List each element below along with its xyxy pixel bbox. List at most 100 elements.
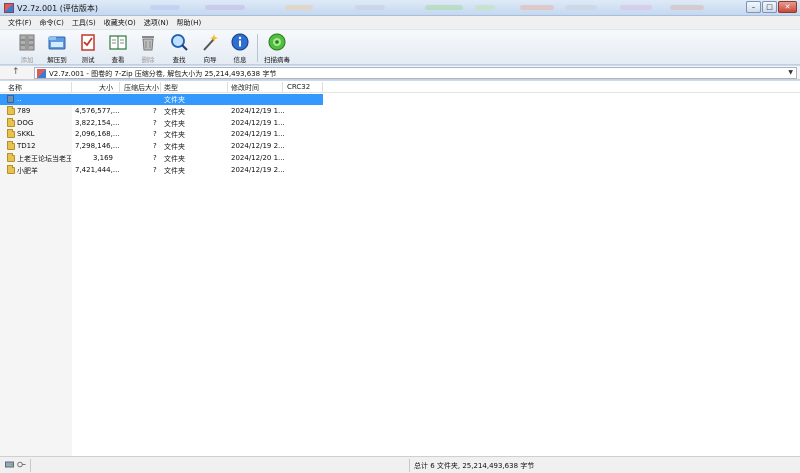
table-row[interactable]: DOG 3,822,154,... ? 文件夹 2024/12/19 1... <box>0 118 323 129</box>
table-row[interactable]: SKKL 2,096,168,... ? 文件夹 2024/12/19 1... <box>0 129 323 140</box>
column-separator[interactable] <box>322 82 323 92</box>
blurred-region <box>355 5 385 10</box>
blurred-region <box>285 5 313 10</box>
blurred-region <box>150 5 180 10</box>
find-icon <box>171 34 188 51</box>
column-header-type[interactable]: 类型 <box>164 83 178 93</box>
column-separator[interactable] <box>282 82 283 92</box>
row-name: 上老王论坛当老王 <box>17 155 71 163</box>
blurred-region <box>565 5 597 10</box>
address-path-field[interactable]: V2.7z.001 - 图卷的 7-Zip 压缩分卷, 解包大小为 25,214… <box>34 67 797 79</box>
row-size: 3,822,154,... <box>75 119 119 127</box>
row-name: SKKL <box>17 130 35 138</box>
row-type: 文件夹 <box>164 167 185 175</box>
menu-commands[interactable]: 命令(C) <box>36 18 68 28</box>
menu-favorites[interactable]: 收藏夹(O) <box>100 18 140 28</box>
wizard-label: 向导 <box>203 56 217 64</box>
column-header-packed[interactable]: 压缩后大小 <box>124 83 159 93</box>
add-label: 添加 <box>20 56 34 64</box>
row-packed-size: ? <box>153 107 157 115</box>
row-modified: 2024/12/20 1... <box>231 154 285 162</box>
virus-scan-label: 扫描病毒 <box>264 56 290 64</box>
address-dropdown-icon[interactable]: ▼ <box>788 69 793 76</box>
minimize-button[interactable]: – <box>746 1 761 13</box>
extract-to-label: 解压到 <box>47 56 67 64</box>
status-divider <box>409 459 410 472</box>
row-name: .. <box>17 95 22 103</box>
view-label: 查看 <box>111 56 125 64</box>
add-archive-icon <box>19 34 35 51</box>
wizard-button[interactable]: 向导 <box>193 32 227 64</box>
menu-file[interactable]: 文件(F) <box>4 18 36 28</box>
window-title: V2.7z.001 (评估版本) <box>17 4 98 13</box>
drive-icon[interactable] <box>5 460 14 469</box>
virus-scan-icon <box>268 33 286 51</box>
file-list[interactable]: 名称 大小 压缩后大小 类型 修改时间 CRC32 .. 文件夹 789 4,5… <box>0 81 800 456</box>
table-row[interactable]: TD12 7,298,146,... ? 文件夹 2024/12/19 2... <box>0 141 323 152</box>
row-size: 2,096,168,... <box>75 130 119 138</box>
column-separator[interactable] <box>160 82 161 92</box>
row-name: 小肥羊 <box>17 167 38 175</box>
table-row[interactable]: 789 4,576,577,... ? 文件夹 2024/12/19 1... <box>0 106 323 117</box>
folder-icon <box>7 129 15 138</box>
up-folder-button[interactable]: ↑ <box>12 67 20 77</box>
test-button[interactable]: 测试 <box>71 32 105 64</box>
view-button[interactable]: 查看 <box>101 32 135 64</box>
row-modified: 2024/12/19 2... <box>231 142 285 150</box>
folder-icon <box>7 153 15 162</box>
column-header-size[interactable]: 大小 <box>99 83 113 93</box>
toolbar-separator <box>257 34 258 62</box>
status-divider <box>30 459 31 472</box>
status-bar: 总计 6 文件夹, 25,214,493,638 字节 <box>0 456 800 473</box>
folder-icon <box>7 118 15 127</box>
row-type: 文件夹 <box>164 120 185 128</box>
column-header-modified[interactable]: 修改时间 <box>231 83 259 93</box>
delete-button[interactable]: 删除 <box>131 32 165 64</box>
menu-options[interactable]: 选项(N) <box>140 18 173 28</box>
column-header-crc32[interactable]: CRC32 <box>287 83 310 91</box>
menu-help[interactable]: 帮助(H) <box>172 18 205 28</box>
row-size: 7,421,444,... <box>75 166 119 174</box>
row-name: TD12 <box>17 142 36 150</box>
blurred-region <box>205 5 245 10</box>
find-label: 查找 <box>172 56 186 64</box>
row-modified: 2024/12/19 1... <box>231 107 285 115</box>
delete-icon <box>142 36 154 51</box>
virus-scan-button[interactable]: 扫描病毒 <box>260 32 294 64</box>
find-button[interactable]: 查找 <box>162 32 196 64</box>
row-type: 文件夹 <box>164 143 185 151</box>
view-icon <box>109 35 127 50</box>
row-packed-size: ? <box>153 154 157 162</box>
address-path-text: V2.7z.001 - 图卷的 7-Zip 压缩分卷, 解包大小为 25,214… <box>49 70 277 78</box>
column-separator[interactable] <box>71 82 72 92</box>
parent-folder-icon <box>7 95 14 103</box>
row-packed-size: ? <box>153 142 157 150</box>
add-button[interactable]: 添加 <box>10 32 44 64</box>
folder-icon <box>7 165 15 174</box>
toolbar: 添加 解压到 测试 查看 删除 查找 向导 信息 扫描病毒 <box>0 29 800 65</box>
maximize-button[interactable]: □ <box>762 1 777 13</box>
title-bar[interactable]: V2.7z.001 (评估版本) – □ ✕ <box>0 0 800 16</box>
row-type: 文件夹 <box>164 108 185 116</box>
row-packed-size: ? <box>153 130 157 138</box>
info-button[interactable]: 信息 <box>223 32 257 64</box>
row-size: 7,298,146,... <box>75 142 119 150</box>
info-label: 信息 <box>233 56 247 64</box>
extract-to-button[interactable]: 解压到 <box>40 32 74 64</box>
blurred-region <box>670 5 704 10</box>
key-icon[interactable] <box>17 460 26 469</box>
column-separator[interactable] <box>119 82 120 92</box>
column-separator[interactable] <box>227 82 228 92</box>
column-header-name[interactable]: 名称 <box>8 83 22 93</box>
table-row[interactable]: 上老王论坛当老王 3,169 ? 文件夹 2024/12/20 1... <box>0 153 323 164</box>
row-modified: 2024/12/19 1... <box>231 119 285 127</box>
blurred-region <box>425 5 463 10</box>
winrar-app-icon <box>4 3 14 13</box>
blurred-region <box>620 5 652 10</box>
folder-icon <box>7 106 15 115</box>
close-button[interactable]: ✕ <box>778 1 797 13</box>
row-type: 文件夹 <box>164 96 185 104</box>
menu-tools[interactable]: 工具(S) <box>68 18 100 28</box>
table-row[interactable]: 小肥羊 7,421,444,... ? 文件夹 2024/12/19 2... <box>0 165 323 176</box>
table-row[interactable]: .. 文件夹 <box>0 94 323 105</box>
